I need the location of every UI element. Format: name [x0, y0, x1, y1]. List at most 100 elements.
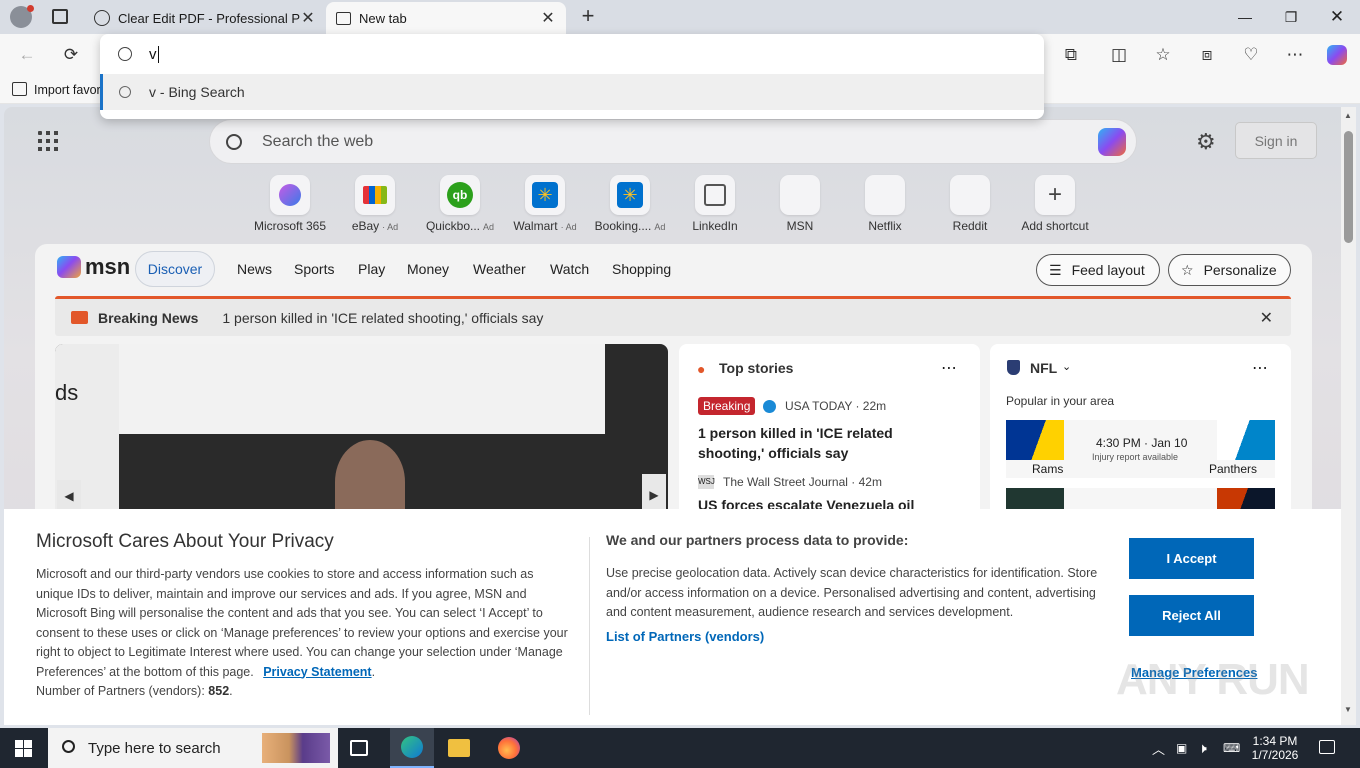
carousel-prev-button[interactable]: ◀ — [57, 480, 81, 512]
import-favorites-icon[interactable] — [12, 82, 27, 96]
personalize-button[interactable]: ☆ Personalize — [1168, 254, 1291, 286]
restore-button[interactable]: ❐ — [1268, 0, 1314, 34]
web-search-input[interactable]: Search the web — [262, 133, 373, 151]
suggestion-bing-search[interactable]: v - Bing Search — [100, 74, 1044, 110]
favorites-icon[interactable]: ☆ — [1148, 40, 1178, 70]
more-options-icon[interactable]: ⋯ — [1252, 358, 1268, 378]
close-tab-icon[interactable]: ✕ — [540, 8, 556, 28]
story-source: The Wall Street Journal · 42m — [723, 475, 882, 489]
web-search-box[interactable]: Search the web — [209, 119, 1137, 164]
apps-launcher-icon[interactable] — [38, 131, 58, 151]
story-headline[interactable]: 1 person killed in 'ICE related shooting… — [698, 423, 960, 463]
shortcut-walmart[interactable]: ✳ Walmart · Ad — [505, 175, 585, 233]
address-input[interactable]: v — [149, 46, 157, 63]
back-button[interactable]: ← — [12, 40, 42, 70]
taskbar-search-input[interactable]: Type here to search — [88, 740, 221, 757]
taskbar-search-box[interactable]: Type here to search — [48, 728, 338, 768]
shortcut-reddit[interactable]: Reddit — [930, 175, 1010, 233]
close-tab-icon[interactable]: ✕ — [300, 8, 316, 28]
game-row[interactable]: Rams 4:30 PM · Jan 10 Injury report avai… — [1006, 420, 1275, 478]
clock[interactable]: 1:34 PM 1/7/2026 — [1250, 728, 1300, 768]
tab-title: New tab — [359, 10, 407, 26]
more-options-icon[interactable]: ⋯ — [941, 358, 957, 378]
windows-start-icon[interactable] — [15, 740, 32, 757]
task-view-icon[interactable] — [350, 740, 368, 756]
new-tab-button[interactable]: + — [576, 4, 600, 30]
usatoday-icon — [763, 400, 776, 413]
panthers-logo — [1217, 420, 1275, 460]
collections-icon[interactable]: ⧈ — [1192, 40, 1222, 70]
hero-caption: ds — [55, 380, 79, 405]
more-menu-icon[interactable]: ⋯ — [1280, 40, 1310, 70]
shortcut-msn[interactable]: MSN — [760, 175, 840, 233]
msn-butterfly-icon — [57, 256, 81, 278]
scrollbar-thumb[interactable] — [1344, 131, 1353, 243]
tab-shopping[interactable]: Shopping — [612, 261, 671, 277]
tab-money[interactable]: Money — [407, 261, 449, 277]
browser-essentials-icon[interactable]: ♡ — [1236, 40, 1266, 70]
shortcut-netflix[interactable]: Netflix — [845, 175, 925, 233]
story-source: USA TODAY · 22m — [785, 399, 887, 413]
network-icon[interactable]: ▣ — [1176, 728, 1187, 768]
tab-actions-icon[interactable] — [52, 9, 68, 24]
close-icon[interactable]: ✕ — [1260, 308, 1273, 328]
accept-button[interactable]: I Accept — [1129, 538, 1254, 579]
notifications-icon[interactable] — [1319, 740, 1335, 754]
import-favorites-link[interactable]: Import favor — [34, 83, 101, 97]
breaking-news-bar[interactable]: Breaking News 1 person killed in 'ICE re… — [55, 296, 1291, 336]
shortcut-linkedin[interactable]: LinkedIn — [675, 175, 755, 233]
tab-watch[interactable]: Watch — [550, 261, 589, 277]
keyboard-icon[interactable]: ⌨ — [1223, 728, 1240, 768]
tab-clear-edit-pdf[interactable]: Clear Edit PDF - Professional PDF ✕ — [84, 2, 326, 34]
reject-all-button[interactable]: Reject All — [1129, 595, 1254, 636]
edge-taskbar-icon[interactable] — [390, 728, 434, 768]
shortcut-microsoft-365[interactable]: Microsoft 365 — [250, 175, 330, 233]
close-window-button[interactable]: ✕ — [1314, 0, 1360, 34]
volume-icon[interactable]: 🕨 — [1198, 728, 1207, 768]
page-scrollbar[interactable]: ▲ ▼ — [1341, 107, 1356, 725]
top-stories-card: ● Top stories ⋯ Breaking USA TODAY · 22m… — [679, 344, 980, 524]
feed-layout-button[interactable]: ☰ Feed layout — [1036, 254, 1160, 286]
file-explorer-icon[interactable] — [448, 739, 470, 757]
tab-news[interactable]: News — [237, 261, 272, 277]
chevron-down-icon[interactable]: ⌄ — [1062, 360, 1071, 373]
search-icon — [226, 133, 242, 150]
shortcut-ebay[interactable]: eBay · Ad — [335, 175, 415, 233]
show-hidden-icons[interactable]: ︿ — [1152, 728, 1165, 768]
nfl-shield-icon — [1007, 360, 1020, 375]
msn-logo[interactable]: msn — [57, 254, 130, 280]
tab-sports[interactable]: Sports — [294, 261, 334, 277]
breaking-headline[interactable]: 1 person killed in 'ICE related shooting… — [222, 310, 543, 326]
tab-weather[interactable]: Weather — [473, 261, 526, 277]
nfl-title[interactable]: NFL — [1030, 360, 1057, 376]
copilot-icon[interactable] — [1322, 40, 1352, 70]
settings-gear-icon[interactable]: ⚙ — [1196, 129, 1216, 155]
refresh-button[interactable]: ⟳ — [56, 40, 86, 70]
partners-list-link[interactable]: List of Partners (vendors) — [606, 627, 764, 647]
shortcut-quickbooks[interactable]: qb Quickbo... Ad — [420, 175, 500, 233]
scroll-up-arrow[interactable]: ▲ — [1344, 111, 1352, 120]
privacy-statement-link[interactable]: Privacy Statement — [263, 665, 371, 679]
processing-body: Use precise geolocation data. Actively s… — [606, 566, 1098, 619]
hero-carousel[interactable]: ds ◀ ▶ — [55, 344, 668, 524]
add-shortcut-button[interactable]: + Add shortcut — [1015, 175, 1095, 233]
profile-icon[interactable] — [10, 5, 34, 28]
copilot-icon[interactable] — [1098, 128, 1126, 156]
scroll-down-arrow[interactable]: ▼ — [1344, 705, 1352, 714]
search-icon — [62, 740, 75, 753]
sign-in-button[interactable]: Sign in — [1235, 122, 1317, 159]
search-icon — [119, 86, 131, 98]
breaking-label: Breaking News — [98, 309, 199, 326]
extensions-icon[interactable]: ⧉ — [1056, 40, 1086, 70]
nfl-card: NFL ⌄ ⋯ Popular in your area Rams 4:30 P… — [990, 344, 1291, 524]
windows-taskbar: Type here to search ︿ ▣ 🕨 ⌨ 1:34 PM 1/7/… — [0, 728, 1360, 768]
tab-play[interactable]: Play — [358, 261, 385, 277]
minimize-button[interactable]: — — [1222, 0, 1268, 34]
split-screen-icon[interactable]: ◫ — [1104, 40, 1134, 70]
rams-logo — [1006, 420, 1064, 460]
shortcut-booking[interactable]: ✳ Booking.... Ad — [590, 175, 670, 233]
tab-new-tab[interactable]: New tab ✕ — [326, 2, 566, 34]
address-bar[interactable]: v — [100, 34, 1044, 74]
firefox-icon[interactable] — [498, 737, 520, 759]
tab-discover[interactable]: Discover — [135, 251, 215, 287]
